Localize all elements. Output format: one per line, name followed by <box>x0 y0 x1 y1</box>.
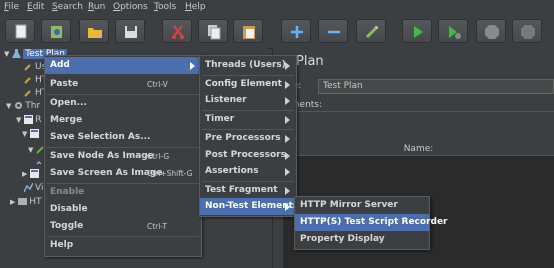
expand-arrow-icon: ▼ <box>16 116 22 124</box>
collapse-arrow-icon: ▶ <box>22 170 28 178</box>
menu-item-open[interactable]: Open... <box>45 95 201 112</box>
menu-item-non-test-elements[interactable]: Non-Test Elements <box>200 198 298 215</box>
menu-item-save-selection[interactable]: Save Selection As... <box>45 129 201 146</box>
tree-item[interactable]: ▼ <box>22 128 41 141</box>
menu-item-post-processors[interactable]: Post Processors <box>200 147 296 164</box>
copy-button[interactable] <box>198 19 228 43</box>
wrench-icon <box>24 90 31 97</box>
submenu-arrow-icon <box>285 135 290 143</box>
menu-item-save-screen-image[interactable]: Save Screen As Image Ctrl+Shift-G <box>45 165 201 182</box>
menu-item-add[interactable]: Add <box>45 57 201 74</box>
menu-run[interactable]: Run <box>88 0 105 14</box>
tree-item[interactable]: Us <box>24 61 46 74</box>
cut-button[interactable] <box>162 19 192 43</box>
paste-button[interactable] <box>233 19 263 43</box>
submenu-arrow-icon <box>285 187 290 195</box>
expand-button[interactable] <box>281 19 311 43</box>
new-button[interactable] <box>5 19 35 43</box>
menu-item-merge[interactable]: Merge <box>45 112 201 129</box>
sampler-icon <box>30 129 40 138</box>
expand-icon <box>291 26 303 38</box>
menu-item-test-fragment[interactable]: Test Fragment <box>200 182 296 199</box>
cut-icon <box>172 25 184 39</box>
menu-item-http-mirror-server[interactable]: HTTP Mirror Server <box>295 197 429 214</box>
menu-item-config-element[interactable]: Config Element <box>200 76 296 93</box>
tree-item[interactable]: ▼ R <box>16 114 42 127</box>
wrench-icon <box>24 64 31 71</box>
templates-icon <box>51 26 62 38</box>
shutdown-icon <box>521 25 535 39</box>
submenu-arrow-icon <box>285 81 290 89</box>
menu-item-toggle[interactable]: Toggle Ctrl-T <box>45 218 201 235</box>
save-button[interactable] <box>115 19 145 43</box>
start-button[interactable] <box>402 19 432 43</box>
save-icon <box>125 26 137 38</box>
sampler-icon <box>30 169 40 178</box>
submenu-arrow-icon <box>285 168 290 176</box>
stop-button[interactable] <box>476 19 506 43</box>
start-no-pause-icon <box>449 26 461 39</box>
start-no-pause-button[interactable] <box>438 19 468 43</box>
open-button[interactable] <box>79 19 109 43</box>
shutdown-button[interactable] <box>512 19 542 43</box>
toggle-button[interactable] <box>356 19 386 43</box>
toggle-icon <box>365 25 379 39</box>
expand-arrow-icon: ▼ <box>28 146 34 154</box>
tree-item[interactable]: ▶ <box>22 168 41 181</box>
collapse-button[interactable] <box>318 19 348 43</box>
paste-icon <box>243 26 255 39</box>
menu-item-https-test-script-recorder[interactable]: HTTP(S) Test Script Recorder <box>295 214 448 231</box>
flask-icon <box>12 49 22 58</box>
menu-help[interactable]: Help <box>185 0 206 14</box>
submenu-arrow-icon <box>285 116 290 124</box>
menu-item-pre-processors[interactable]: Pre Processors <box>200 130 296 147</box>
menu-tools[interactable]: Tools <box>154 0 176 14</box>
menu-item-enable: Enable <box>50 187 85 197</box>
menu-item-help[interactable]: Help <box>45 237 201 254</box>
new-icon <box>15 24 27 39</box>
menu-item-save-node-image[interactable]: Save Node As Image Ctrl-G <box>45 148 201 165</box>
name-field[interactable]: Test Plan <box>318 79 554 94</box>
sampler-icon <box>24 115 34 124</box>
tree-item-thread-group[interactable]: ▼ Thr <box>6 100 40 113</box>
listener-icon <box>24 183 33 192</box>
copy-icon <box>208 25 221 40</box>
wrench-icon <box>24 77 31 84</box>
collapse-arrow-icon: ▶ <box>10 198 16 206</box>
menu-item-timer[interactable]: Timer <box>200 111 296 128</box>
submenu-arrow-icon <box>285 97 290 105</box>
menu-item-threads[interactable]: Threads (Users) <box>200 57 296 74</box>
expand-arrow-icon: ▼ <box>22 130 28 138</box>
menu-item-property-display[interactable]: Property Display <box>295 231 429 248</box>
expand-arrow-icon: ▼ <box>4 50 10 58</box>
toolbar <box>0 14 554 49</box>
add-submenu: Threads (Users) Config Element Listener … <box>199 55 298 217</box>
menu-item-paste[interactable]: Paste Ctrl-V <box>45 76 201 93</box>
menu-item-listener[interactable]: Listener <box>200 92 296 109</box>
non-test-elements-submenu: HTTP Mirror Server HTTP(S) Test Script R… <box>294 196 448 250</box>
menu-file[interactable]: File <box>4 0 19 14</box>
stop-icon <box>485 25 499 39</box>
open-icon <box>88 28 102 38</box>
submenu-arrow-icon <box>285 152 290 160</box>
menu-bar: File Edit Search Run Options Tools Help <box>0 0 554 14</box>
menu-options[interactable]: Options <box>113 0 148 14</box>
expand-arrow-icon: ▼ <box>6 102 12 110</box>
submenu-arrow-icon <box>285 62 290 70</box>
templates-button[interactable] <box>41 19 71 43</box>
tree-item[interactable]: ▶ HT <box>10 196 42 209</box>
menu-item-disable[interactable]: Disable <box>45 201 201 218</box>
submenu-arrow-icon <box>190 62 195 70</box>
recorder-icon <box>18 198 28 205</box>
menu-item-assertions[interactable]: Assertions <box>200 163 296 180</box>
context-menu: Add Paste Ctrl-V Open... Merge Save Sele… <box>44 55 202 257</box>
collapse-icon <box>328 30 340 34</box>
gear-icon <box>15 102 23 109</box>
divider <box>272 111 554 112</box>
menu-edit[interactable]: Edit <box>27 0 44 14</box>
table-header-name[interactable]: Name: <box>283 143 554 156</box>
start-icon <box>414 26 423 38</box>
menu-search[interactable]: Search <box>52 0 83 14</box>
submenu-arrow-icon <box>285 203 290 211</box>
